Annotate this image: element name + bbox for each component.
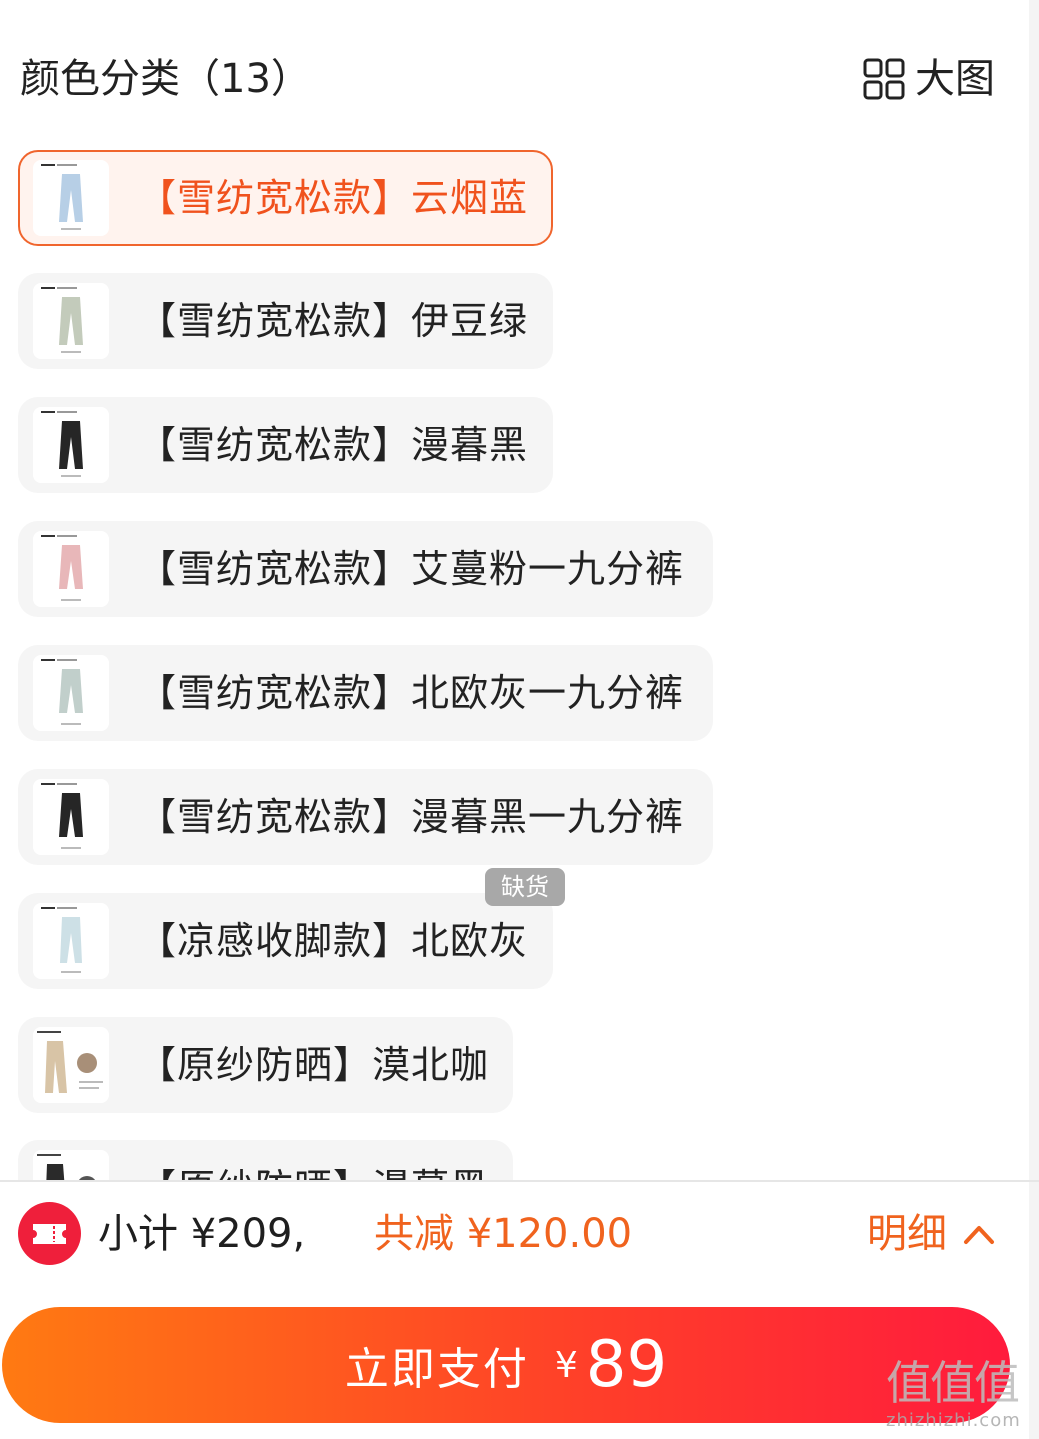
option-label: 【原纱防晒】漫暮黑: [138, 1142, 489, 1180]
color-option[interactable]: 【雪纺宽松款】北欧灰一九分裤: [18, 645, 713, 741]
option-thumbnail: [33, 1027, 109, 1103]
color-option[interactable]: 【原纱防晒】漫暮黑: [18, 1140, 513, 1180]
watermark-logo: 值值值: [886, 1356, 1020, 1410]
option-thumbnail: [33, 1150, 109, 1180]
big-image-label: 大图: [915, 56, 995, 102]
color-option[interactable]: 【凉感收脚款】北欧灰: [18, 893, 553, 989]
price-detail-toggle[interactable]: 明细: [867, 1204, 995, 1264]
option-thumbnail: [33, 531, 109, 607]
pay-amount: 89: [585, 1328, 668, 1402]
detail-label: 明细: [867, 1211, 947, 1257]
color-option[interactable]: 【雪纺宽松款】伊豆绿: [18, 273, 553, 369]
color-option[interactable]: 【雪纺宽松款】云烟蓝: [18, 150, 553, 246]
color-option[interactable]: 【原纱防晒】漠北咖: [18, 1017, 513, 1113]
color-category-header: 颜色分类（13） 大图: [20, 50, 995, 110]
color-option[interactable]: 【雪纺宽松款】艾蔓粉一九分裤: [18, 521, 713, 617]
site-watermark: 值值值 zhizhizhi.com: [886, 1355, 1036, 1439]
option-label: 【雪纺宽松款】伊豆绿: [138, 299, 529, 343]
price-summary-bar: 小计 ¥209, 共减 ¥120.00 明细: [0, 1182, 1039, 1292]
coupon-ticket-icon: [18, 1202, 81, 1265]
option-label: 【雪纺宽松款】艾蔓粉一九分裤: [138, 547, 685, 591]
option-thumbnail: [33, 160, 109, 236]
option-thumbnail: [33, 779, 109, 855]
category-title: 颜色分类（13）: [20, 56, 311, 102]
big-image-view-toggle[interactable]: 大图: [863, 54, 995, 104]
grid-view-icon: [863, 58, 905, 100]
out-of-stock-badge: 缺货: [485, 868, 565, 906]
pay-now-button[interactable]: 立即支付 ¥ 89: [2, 1307, 1010, 1423]
chevron-up-icon: [964, 1226, 994, 1244]
color-option[interactable]: 【雪纺宽松款】漫暮黑一九分裤: [18, 769, 713, 865]
option-label: 【雪纺宽松款】漫暮黑一九分裤: [138, 795, 685, 839]
option-thumbnail: [33, 283, 109, 359]
option-label: 【凉感收脚款】北欧灰: [138, 919, 529, 963]
option-thumbnail: [33, 903, 109, 979]
pay-currency: ¥: [554, 1344, 578, 1386]
option-thumbnail: [33, 407, 109, 483]
color-option[interactable]: 【雪纺宽松款】漫暮黑: [18, 397, 553, 493]
option-label: 【原纱防晒】漠北咖: [138, 1043, 490, 1087]
pay-label: 立即支付: [344, 1344, 529, 1395]
watermark-domain: zhizhizhi.com: [886, 1410, 1021, 1431]
option-label: 【雪纺宽松款】北欧灰一九分裤: [138, 671, 685, 715]
option-thumbnail: [33, 655, 109, 731]
color-options-list[interactable]: 【雪纺宽松款】云烟蓝 【雪纺宽松款】伊豆绿 【雪纺宽松款】漫暮黑 【雪纺宽松款】…: [0, 140, 1029, 1180]
discount-text: 共减 ¥120.00: [374, 1211, 633, 1257]
option-label: 【雪纺宽松款】漫暮黑: [138, 423, 529, 467]
subtotal-text: 小计 ¥209,: [98, 1211, 306, 1257]
option-label: 【雪纺宽松款】云烟蓝: [138, 176, 529, 220]
